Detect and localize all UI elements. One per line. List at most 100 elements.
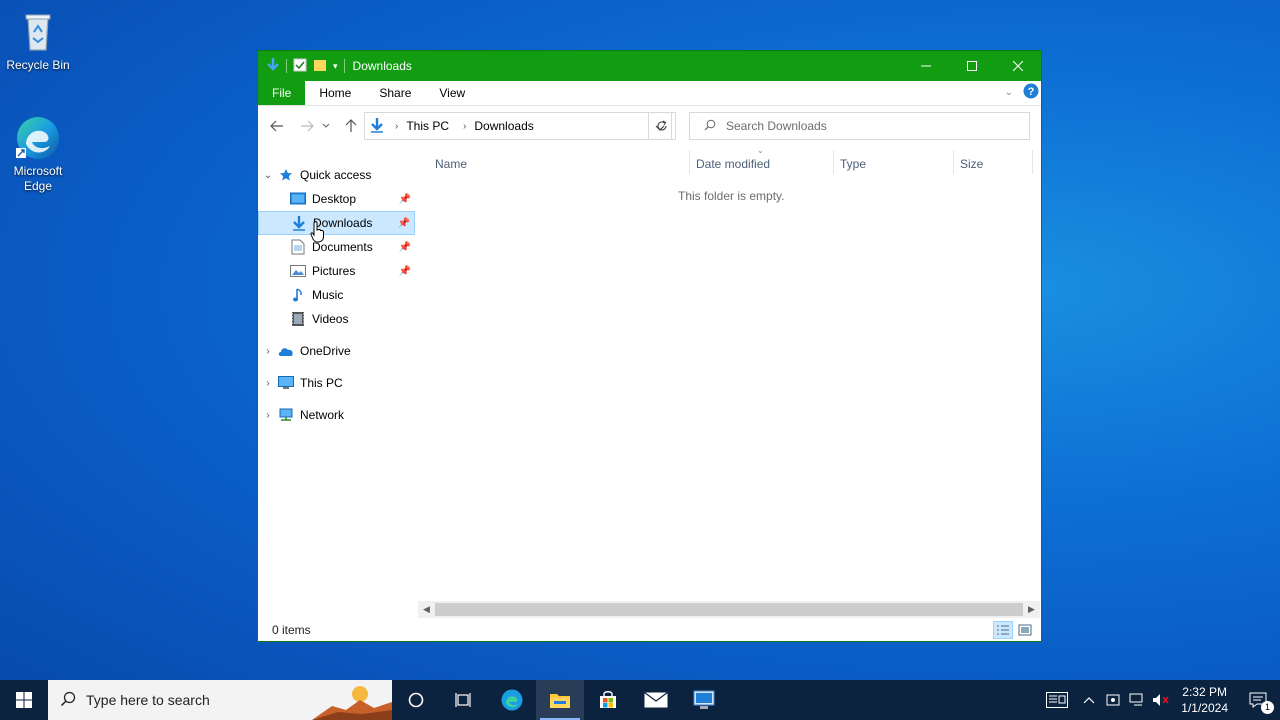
documents-icon — [290, 239, 306, 255]
remote-desktop-icon — [693, 690, 715, 709]
pin-icon: 📌 — [398, 241, 411, 253]
maximize-button[interactable] — [949, 51, 995, 81]
refresh-button[interactable] — [648, 112, 676, 140]
taskbar-search-input[interactable]: Type here to search — [86, 692, 210, 708]
nav-downloads[interactable]: Downloads 📌 — [258, 211, 415, 235]
tab-view[interactable]: View — [425, 81, 479, 105]
meet-now-icon[interactable] — [1101, 680, 1125, 720]
sort-chevron-icon: ⌄ — [757, 146, 764, 155]
nav-label: OneDrive — [300, 344, 351, 358]
nav-onedrive[interactable]: › OneDrive — [258, 339, 415, 363]
desktop-icon-recycle-bin[interactable]: Recycle Bin — [0, 8, 76, 72]
nav-desktop[interactable]: Desktop 📌 — [258, 187, 415, 211]
folder-icon — [550, 694, 570, 708]
column-divider[interactable] — [689, 150, 690, 174]
network-status-icon[interactable] — [1125, 680, 1149, 720]
column-header-size[interactable]: Size — [960, 154, 983, 174]
nav-label: Videos — [312, 312, 349, 326]
column-divider[interactable] — [953, 150, 954, 174]
clock[interactable]: 2:32 PM 1/1/2024 — [1173, 684, 1236, 716]
close-button[interactable] — [995, 51, 1041, 81]
column-header-type[interactable]: Type — [840, 154, 866, 174]
nav-network[interactable]: › Network — [258, 403, 415, 427]
breadcrumb-this-pc[interactable]: This PC — [406, 119, 449, 133]
taskbar-remote-desktop-button[interactable] — [680, 680, 728, 720]
volume-muted-icon[interactable] — [1149, 680, 1173, 720]
breadcrumb-separator-icon[interactable]: › — [395, 121, 398, 132]
horizontal-scrollbar[interactable]: ◀ ▶ — [418, 601, 1040, 618]
search-input[interactable]: Search Downloads — [726, 119, 827, 133]
expand-chevron-icon[interactable]: › — [258, 378, 278, 389]
breadcrumb-separator-icon[interactable]: › — [463, 121, 466, 132]
task-view-icon — [455, 693, 471, 707]
network-icon — [278, 407, 294, 423]
start-button[interactable] — [0, 680, 48, 720]
nav-quick-access[interactable]: ⌄ Quick access — [258, 163, 415, 187]
scrollbar-thumb[interactable] — [435, 603, 1023, 616]
address-bar[interactable]: › This PC › Downloads — [364, 112, 672, 140]
properties-icon[interactable] — [293, 58, 307, 75]
new-folder-icon[interactable] — [313, 58, 327, 75]
mouse-cursor-hand-icon — [310, 221, 326, 246]
file-explorer-window: ▾ Downloads File Home Share View ⌄ ? › T… — [257, 50, 1042, 642]
toolbar-divider — [343, 59, 345, 73]
help-icon[interactable]: ? — [1023, 83, 1039, 102]
expand-ribbon-chevron-icon[interactable]: ⌄ — [1005, 87, 1013, 98]
quick-access-toolbar: ▾ — [258, 57, 345, 76]
desktop-icon-label: Microsoft Edge — [13, 164, 63, 193]
recent-locations-chevron-icon[interactable] — [319, 114, 333, 138]
task-view-button[interactable] — [440, 680, 488, 720]
expand-chevron-icon[interactable]: › — [258, 346, 278, 357]
title-bar[interactable]: ▾ Downloads — [258, 51, 1041, 81]
scroll-left-icon[interactable]: ◀ — [418, 601, 435, 618]
taskbar: Type here to search 2:32 PM 1/1/2024 1 — [0, 680, 1280, 720]
nav-pictures[interactable]: Pictures 📌 — [258, 259, 415, 283]
nav-label: Desktop — [312, 192, 357, 206]
news-widget-icon[interactable] — [1037, 680, 1077, 720]
star-icon — [278, 167, 294, 183]
tab-home[interactable]: Home — [305, 81, 365, 105]
breadcrumb-downloads[interactable]: Downloads — [474, 119, 533, 133]
column-header-name[interactable]: Name — [435, 154, 467, 174]
window-title: Downloads — [352, 59, 412, 73]
customize-toolbar-chevron-icon[interactable]: ▾ — [333, 61, 338, 72]
ribbon: File Home Share View ⌄ ? — [258, 81, 1041, 106]
search-highlight-landscape-icon — [312, 680, 392, 720]
taskbar-store-button[interactable] — [584, 680, 632, 720]
forward-button[interactable] — [295, 114, 319, 138]
nav-documents[interactable]: Documents 📌 — [258, 235, 415, 259]
collapse-chevron-icon[interactable]: ⌄ — [258, 170, 278, 181]
cortana-button[interactable] — [392, 680, 440, 720]
scroll-right-icon[interactable]: ▶ — [1023, 601, 1040, 618]
back-button[interactable] — [265, 114, 289, 138]
show-hidden-icons-chevron-icon[interactable] — [1077, 680, 1101, 720]
column-divider[interactable] — [833, 150, 834, 174]
desktop-icon-label: Recycle Bin — [6, 58, 70, 72]
nav-label: Network — [300, 408, 345, 422]
nav-music[interactable]: Music — [258, 283, 415, 307]
large-icons-view-button[interactable] — [1015, 621, 1035, 639]
taskbar-search-box[interactable]: Type here to search — [48, 680, 392, 720]
tab-share[interactable]: Share — [365, 81, 425, 105]
taskbar-file-explorer-button[interactable] — [536, 680, 584, 720]
details-view-button[interactable] — [993, 621, 1013, 639]
cloud-icon — [278, 343, 294, 359]
up-button[interactable] — [339, 114, 363, 138]
clock-date: 1/1/2024 — [1181, 701, 1228, 715]
column-divider[interactable] — [1032, 150, 1033, 174]
desktop-icon-edge[interactable]: Microsoft Edge — [0, 114, 76, 194]
nav-this-pc[interactable]: › This PC — [258, 371, 415, 395]
action-center-button[interactable]: 1 — [1236, 680, 1280, 720]
item-count: 0 items — [272, 623, 311, 637]
search-box[interactable]: Search Downloads — [689, 112, 1030, 140]
file-list[interactable]: Name Date modified ⌄ Type Size This fold… — [418, 146, 1033, 606]
column-header-date-modified[interactable]: Date modified — [696, 154, 770, 174]
taskbar-mail-button[interactable] — [632, 680, 680, 720]
expand-chevron-icon[interactable]: › — [258, 410, 278, 421]
tab-file[interactable]: File — [258, 81, 306, 105]
taskbar-edge-button[interactable] — [488, 680, 536, 720]
minimize-button[interactable] — [903, 51, 949, 81]
nav-videos[interactable]: Videos — [258, 307, 415, 331]
computer-icon — [278, 375, 294, 391]
notification-count-badge: 1 — [1261, 701, 1274, 714]
